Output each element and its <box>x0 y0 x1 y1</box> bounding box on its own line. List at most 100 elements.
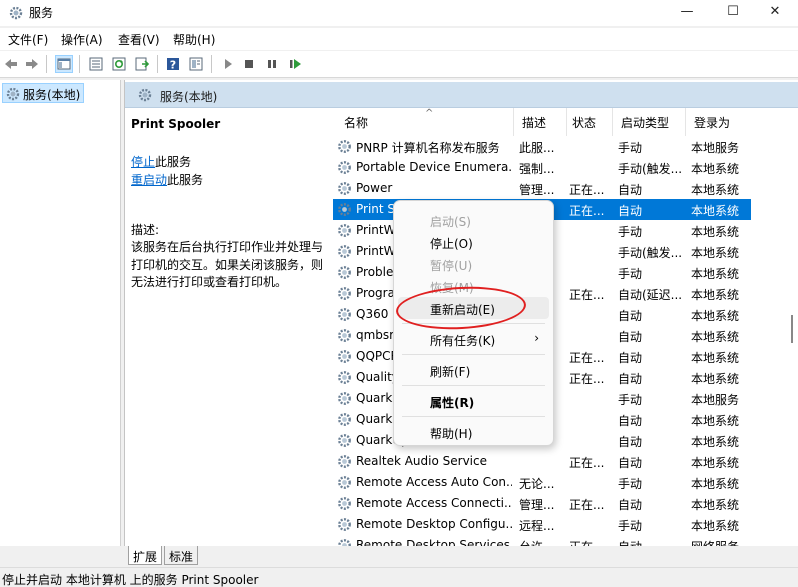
column-separator[interactable] <box>566 108 567 136</box>
refresh-icon[interactable] <box>111 56 127 72</box>
service-row[interactable]: PNRP 计算机名称发布服务 此服... 手动 本地服务 <box>333 136 751 157</box>
forward-arrow-icon[interactable] <box>24 56 40 72</box>
menu-item-refresh[interactable]: 刷新(F) <box>398 359 549 381</box>
service-desc-cell: 管理... <box>519 498 555 512</box>
service-desc-cell: 此服... <box>519 141 555 155</box>
menu-item-all-tasks[interactable]: 所有任务(K) › <box>398 328 549 350</box>
service-logon-cell: 本地系统 <box>691 456 740 470</box>
start-service-icon[interactable] <box>220 56 236 72</box>
service-name-cell: Power <box>356 181 393 195</box>
column-header-startup-type[interactable]: 启动类型 <box>618 114 669 136</box>
back-arrow-icon[interactable] <box>3 56 19 72</box>
service-name-cell: Remote Access Connecti... <box>356 496 512 510</box>
menu-item-start[interactable]: 启动(S) <box>398 209 549 231</box>
view-tabs: 扩展 标准 <box>124 546 798 566</box>
service-gear-icon <box>336 516 353 533</box>
service-desc-cell: 远程... <box>519 519 555 533</box>
menu-file[interactable]: 文件(F) <box>8 31 48 48</box>
service-startup-cell: 自动 <box>618 456 643 470</box>
scrollbar-thumb[interactable] <box>791 315 793 343</box>
service-startup-cell: 自动 <box>618 183 643 197</box>
tree-item-label: 服务(本地) <box>23 88 81 102</box>
service-row[interactable]: Realtek Audio Service 正在... 自动 本地系统 <box>333 451 751 472</box>
service-gear-icon <box>336 411 353 428</box>
properties-pane-icon[interactable] <box>188 56 204 72</box>
service-name-cell: Remote Access Auto Con... <box>356 475 512 489</box>
service-logon-cell: 本地系统 <box>691 183 740 197</box>
service-startup-cell: 自动 <box>618 351 643 365</box>
toolbar: ? <box>0 51 798 78</box>
service-name-cell: Realtek Audio Service <box>356 454 487 468</box>
service-row[interactable]: Remote Access Connecti... 管理... 正在... 自动 本地系… <box>333 493 751 514</box>
tab-extended[interactable]: 扩展 <box>128 546 163 565</box>
column-separator[interactable] <box>513 108 514 136</box>
vertical-scrollbar[interactable] <box>786 110 798 546</box>
service-startup-cell: 自动 <box>618 204 643 218</box>
service-name-cell: PNRP 计算机名称发布服务 <box>356 141 500 155</box>
stop-service-link[interactable]: 停止 <box>131 155 155 169</box>
column-header-description[interactable]: 描述 <box>519 114 546 136</box>
service-gear-icon <box>336 474 353 491</box>
service-logon-cell: 本地系统 <box>691 162 740 176</box>
selected-service-title: Print Spooler <box>131 117 221 131</box>
service-startup-cell: 自动 <box>618 498 643 512</box>
service-status-cell: 正在... <box>569 456 605 470</box>
service-status-cell: 正在... <box>569 351 605 365</box>
service-startup-cell: 自动 <box>618 372 643 386</box>
menu-item-help[interactable]: 帮助(H) <box>398 421 549 443</box>
toolbar-separator <box>79 55 80 73</box>
service-startup-cell: 手动 <box>618 267 643 281</box>
restart-service-link[interactable]: 重启动 <box>131 173 167 187</box>
sort-arrow-icon: ^ <box>425 108 434 119</box>
menu-action[interactable]: 操作(A) <box>61 31 103 48</box>
submenu-arrow-icon: › <box>534 331 539 345</box>
description-text-line: 无法进行打印或查看打印机。 <box>131 275 288 289</box>
menu-item-pause[interactable]: 暂停(U) <box>398 253 549 275</box>
column-separator[interactable] <box>685 108 686 136</box>
tab-standard[interactable]: 标准 <box>164 546 199 565</box>
help-icon[interactable]: ? <box>165 56 181 72</box>
export-list-icon[interactable] <box>134 56 150 72</box>
service-gear-icon <box>336 327 353 344</box>
service-gear-icon <box>336 537 353 546</box>
service-desc-cell: 允许... <box>519 538 564 546</box>
service-row[interactable]: Portable Device Enumera... 强制... 手动(触发... 本… <box>333 157 751 178</box>
service-logon-cell: 本地系统 <box>691 477 740 491</box>
minimize-button[interactable]: — <box>664 0 710 26</box>
close-button[interactable]: ✕ <box>752 0 798 26</box>
service-row[interactable]: Remote Desktop Services 允许... 正在... 自动网络服务 <box>333 535 751 546</box>
service-gear-icon <box>336 138 353 155</box>
maximize-button[interactable]: ☐ <box>710 0 756 26</box>
service-status-cell: 正在... <box>569 498 605 512</box>
service-status-cell: 正在... <box>569 183 605 197</box>
column-separator[interactable] <box>612 108 613 136</box>
service-row[interactable]: Remote Desktop Configu... 远程... 手动 本地系统 <box>333 514 751 535</box>
menu-view[interactable]: 查看(V) <box>118 31 160 48</box>
pause-service-icon[interactable] <box>264 56 280 72</box>
service-logon-cell: 本地系统 <box>691 519 740 533</box>
service-desc-cell: 强制... <box>519 162 555 176</box>
restart-service-icon[interactable] <box>287 56 303 72</box>
column-header-name[interactable]: 名称 <box>341 114 368 136</box>
menu-help[interactable]: 帮助(H) <box>173 31 215 48</box>
list-view-icon[interactable] <box>88 56 104 72</box>
stop-service-icon[interactable] <box>241 56 257 72</box>
service-startup-cell: 手动 <box>618 519 643 533</box>
panel-header: 服务(本地) <box>125 82 798 108</box>
menu-item-properties[interactable]: 属性(R) <box>398 390 549 412</box>
service-startup-cell: 自动 <box>618 309 643 323</box>
service-gear-icon <box>336 306 353 323</box>
show-hide-console-tree-icon[interactable] <box>55 55 73 73</box>
service-gear-icon <box>336 369 353 386</box>
column-header-logon[interactable]: 登录为 <box>691 114 730 136</box>
service-row[interactable]: Remote Access Auto Con... 无论... 手动 本地系统 <box>333 472 751 493</box>
service-row[interactable]: Power 管理... 正在... 自动 本地系统 <box>333 178 751 199</box>
service-startup-cell: 手动 <box>618 225 643 239</box>
column-header-status[interactable]: 状态 <box>569 114 596 136</box>
tree-item-services-local[interactable]: 服务(本地) <box>2 83 84 103</box>
service-logon-cell: 本地服务 <box>691 393 740 407</box>
service-name-cell: Remote Desktop Services <box>356 538 511 546</box>
status-bar: 停止并启动 本地计算机 上的服务 Print Spooler <box>0 567 798 587</box>
service-gear-icon <box>336 285 353 302</box>
menu-item-stop[interactable]: 停止(O) <box>398 231 549 253</box>
